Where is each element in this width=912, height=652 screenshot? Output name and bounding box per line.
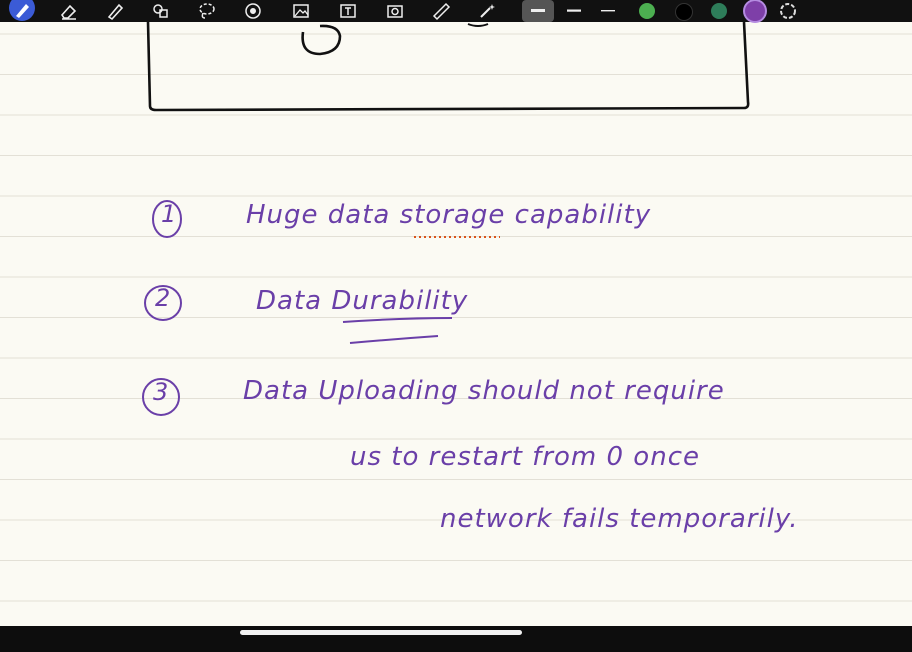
item1-text: Huge data storage capability xyxy=(246,200,652,230)
item2-text: Data Durability xyxy=(256,286,469,316)
ink-drawings xyxy=(142,22,750,416)
laser-pointer-icon[interactable] xyxy=(242,0,264,22)
toolbar xyxy=(0,0,912,22)
home-indicator[interactable] xyxy=(240,630,522,635)
color-swatch-purple-selected[interactable] xyxy=(745,1,765,21)
camera-icon[interactable] xyxy=(384,0,406,22)
shapes-icon[interactable] xyxy=(150,0,172,22)
ruler-icon[interactable] xyxy=(430,0,452,22)
image-icon[interactable] xyxy=(290,0,312,22)
highlighter-icon[interactable] xyxy=(104,0,126,22)
pen-icon[interactable] xyxy=(8,0,36,22)
color-swatch-black[interactable] xyxy=(675,3,693,21)
stroke-thick-button[interactable] xyxy=(522,0,554,22)
underline-durability xyxy=(342,317,453,323)
item3-line2: us to restart from 0 once xyxy=(350,442,700,472)
drawn-circle xyxy=(301,24,342,56)
underline-durability-2 xyxy=(349,335,439,344)
drawn-box xyxy=(146,22,750,112)
color-swatch-teal[interactable] xyxy=(711,3,727,19)
lasso-icon[interactable] xyxy=(196,0,218,22)
eraser-icon[interactable] xyxy=(58,0,80,22)
stroke-medium-button[interactable] xyxy=(562,0,586,22)
drawn-mark xyxy=(467,23,489,27)
text-icon[interactable] xyxy=(337,0,359,22)
stroke-thin-button[interactable] xyxy=(596,0,620,22)
notebook-page[interactable]: 1 Huge data storage capability 2 Data Du… xyxy=(0,22,912,626)
item1-number: 1 xyxy=(161,200,178,228)
item3-line1: Data Uploading should not require xyxy=(243,376,725,406)
item3-line3: network fails temporarily. xyxy=(440,504,799,534)
item2-number: 2 xyxy=(155,284,172,312)
color-picker-icon[interactable] xyxy=(776,0,800,22)
magic-wand-icon[interactable] xyxy=(476,0,498,22)
item3-number: 3 xyxy=(153,378,170,406)
color-swatch-green[interactable] xyxy=(639,3,655,19)
